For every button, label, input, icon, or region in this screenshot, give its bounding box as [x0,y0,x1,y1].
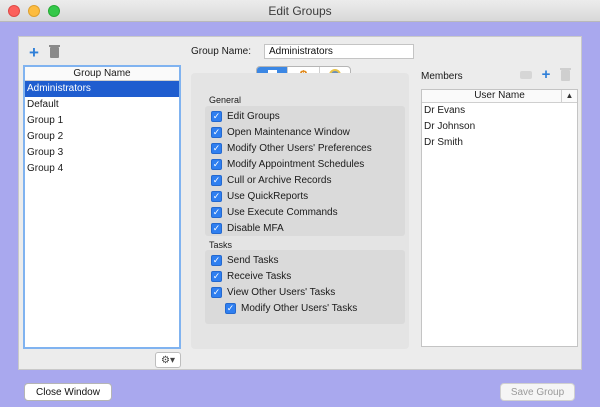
permission-row: ✓ Modify Other Users' Preferences [211,140,372,156]
permission-checkbox[interactable]: ✓ [211,286,222,298]
members-list[interactable]: User Name ▲ Dr Evans Dr Johnson Dr Smith [421,89,578,347]
permission-label[interactable]: Modify Other Users' Tasks [241,303,357,314]
permission-row: ✓ Open Maintenance Window [211,124,350,140]
gear-icon: ⚙▾ [161,354,175,366]
message-members-button[interactable] [519,69,533,81]
save-group-button[interactable]: Save Group [500,383,575,401]
permission-row: ✓ Disable MFA [211,220,284,236]
permission-checkbox[interactable]: ✓ [211,206,222,218]
members-list-header[interactable]: User Name ▲ [422,90,577,103]
permission-row: ✓ View Other Users' Tasks [211,284,335,300]
permission-label[interactable]: Disable MFA [227,223,284,234]
permission-label[interactable]: Receive Tasks [227,271,291,282]
permission-row: ✓ Receive Tasks [211,268,291,284]
plus-icon: + [29,42,39,62]
group-name-label: Group Name: [191,46,252,57]
edit-groups-panel: + Group Name Administrators Default Group … [18,36,582,370]
members-label: Members [421,71,463,82]
permission-checkbox[interactable]: ✓ [211,158,222,170]
permission-label[interactable]: Use Execute Commands [227,207,338,218]
trash-icon [48,44,60,58]
permission-row: ✓ Use QuickReports [211,188,308,204]
group-list-header[interactable]: Group Name [25,67,179,81]
member-list-item[interactable]: Dr Evans [422,103,577,119]
add-group-button[interactable]: + [27,42,41,62]
plus-icon: + [541,65,551,83]
title-bar: Edit Groups [0,0,600,22]
permission-row: ✓ Edit Groups [211,108,280,124]
permission-row: ✓ Send Tasks [211,252,279,268]
group-list-item[interactable]: Administrators [25,81,179,97]
permission-checkbox[interactable]: ✓ [211,254,222,266]
group-actions-button[interactable]: ⚙▾ [155,352,181,368]
add-member-button[interactable]: + [539,65,553,83]
trash-icon [559,67,571,81]
remove-member-button[interactable] [559,67,571,82]
tasks-section-label: Tasks [209,240,233,250]
general-permissions-box: ✓ Edit Groups ✓ Open Maintenance Window ✓ Mod… [205,106,405,236]
permissions-panel: General ✓ Edit Groups ✓ Open Maintenance Wi… [191,73,409,349]
permission-checkbox[interactable]: ✓ [211,126,222,138]
permission-row: ✓ Modify Appointment Schedules [211,156,364,172]
group-list-item[interactable]: Group 1 [25,113,179,129]
permission-checkbox[interactable]: ✓ [211,222,222,234]
permission-row: ✓ Cull or Archive Records [211,172,331,188]
tasks-permissions-box: ✓ Send Tasks ✓ Receive Tasks ✓ View Other Use… [205,250,405,324]
close-window-button[interactable]: Close Window [24,383,112,401]
permission-label[interactable]: Cull or Archive Records [227,175,331,186]
permission-checkbox[interactable]: ✓ [211,190,222,202]
permission-label[interactable]: Send Tasks [227,255,279,266]
group-list-item[interactable]: Group 4 [25,161,179,177]
permission-row: ✓ Modify Other Users' Tasks [225,300,357,316]
window-title: Edit Groups [268,4,332,18]
permission-checkbox[interactable]: ✓ [211,174,222,186]
permission-checkbox[interactable]: ✓ [211,270,222,282]
permission-label[interactable]: View Other Users' Tasks [227,287,335,298]
delete-group-button[interactable] [47,44,61,59]
permission-label[interactable]: Use QuickReports [227,191,308,202]
permission-label[interactable]: Modify Other Users' Preferences [227,143,372,154]
chat-icon [520,71,532,79]
permission-checkbox[interactable]: ✓ [211,110,222,122]
group-list-item[interactable]: Group 2 [25,129,179,145]
general-section-label: General [209,95,242,105]
user-name-column-header[interactable]: User Name [422,90,577,102]
permission-checkbox[interactable]: ✓ [211,142,222,154]
permission-label[interactable]: Modify Appointment Schedules [227,159,364,170]
group-list-item[interactable]: Default [25,97,179,113]
permission-label[interactable]: Open Maintenance Window [227,127,350,138]
member-list-item[interactable]: Dr Johnson [422,119,577,135]
group-list[interactable]: Group Name Administrators Default Group 1G… [23,65,181,349]
permission-label[interactable]: Edit Groups [227,111,280,122]
member-list-item[interactable]: Dr Smith [422,135,577,151]
sort-ascending-icon[interactable]: ▲ [561,90,577,102]
group-list-item[interactable]: Group 3 [25,145,179,161]
permission-checkbox[interactable]: ✓ [225,302,236,314]
permission-row: ✓ Use Execute Commands [211,204,338,220]
group-name-input[interactable] [264,44,414,59]
